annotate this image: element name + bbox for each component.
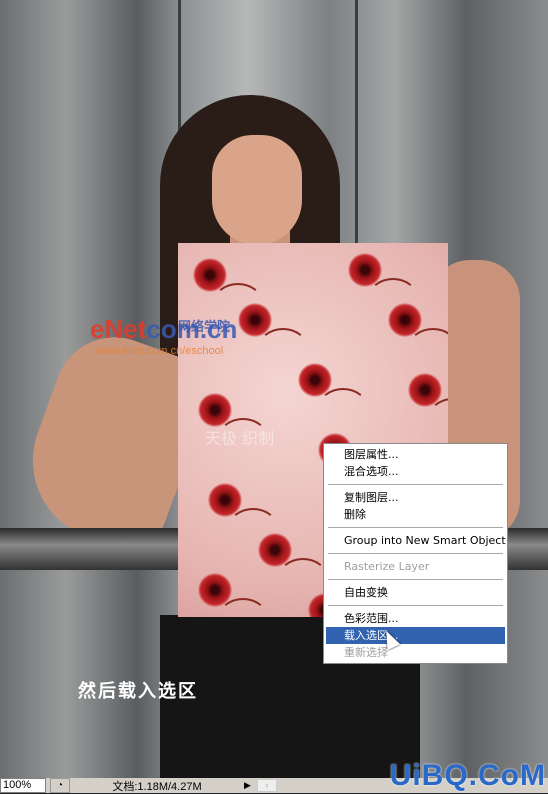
vine-pattern: [408, 328, 448, 368]
watermark-brand: eNet: [90, 314, 147, 344]
vine-pattern: [318, 388, 368, 428]
layer-context-menu: 图层属性... 混合选项... 复制图层... 删除 Group into Ne…: [323, 443, 508, 664]
zoom-field[interactable]: 100%: [0, 778, 46, 793]
menu-item-layer-properties[interactable]: 图层属性...: [326, 446, 505, 463]
menu-item-color-range[interactable]: 色彩范围...: [326, 610, 505, 627]
menu-item-delete[interactable]: 删除: [326, 506, 505, 523]
menu-separator: [328, 605, 503, 606]
menu-separator: [328, 579, 503, 580]
watermark-url: www.enet.com.cn/eschool: [96, 345, 224, 357]
menu-item-free-transform[interactable]: 自由变换: [326, 584, 505, 601]
caption: 然后载入选区: [78, 681, 198, 702]
status-arrow-icon[interactable]: ▶: [244, 780, 254, 791]
horizontal-scrollbar[interactable]: ‹: [257, 779, 277, 792]
menu-item-blending-options[interactable]: 混合选项...: [326, 463, 505, 480]
vine-pattern: [258, 328, 308, 368]
doc-info: 文档:1.18M/4.27M: [112, 780, 202, 793]
status-menu-icon[interactable]: ◔: [50, 778, 70, 793]
menu-item-duplicate-layer[interactable]: 复制图层...: [326, 489, 505, 506]
menu-item-load-selection[interactable]: 载入选区...: [326, 627, 505, 644]
menu-item-group-smart-object[interactable]: Group into New Smart Object: [326, 532, 506, 549]
vine-pattern: [278, 558, 328, 598]
watermark-cn: 网络学院: [178, 320, 231, 335]
menu-item-rasterize-layer: Rasterize Layer: [344, 560, 430, 573]
menu-separator: [328, 527, 503, 528]
watermark-faint: 天极 织制: [205, 429, 275, 448]
menu-separator: [328, 484, 503, 485]
menu-item-reselect: 重新选择: [344, 646, 388, 659]
site-logo: UiBQ.CoM: [389, 759, 546, 792]
photo-face: [212, 135, 302, 245]
menu-separator: [328, 553, 503, 554]
